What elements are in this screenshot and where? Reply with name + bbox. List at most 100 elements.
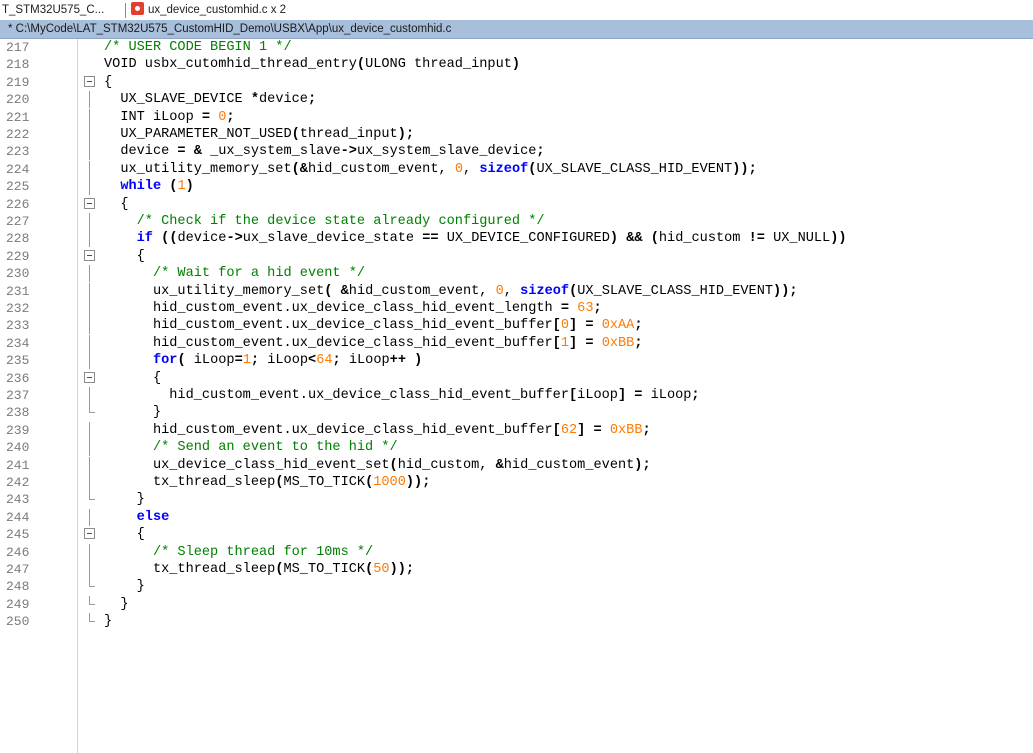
fold-toggle-icon[interactable] (84, 528, 95, 540)
code-line[interactable]: 226 { (0, 196, 1033, 213)
code-line[interactable]: 217 /* USER CODE BEGIN 1 */ (0, 39, 1033, 56)
code-line[interactable]: 233 hid_custom_event.ux_device_class_hid… (0, 317, 1033, 335)
code-text[interactable]: VOID usbx_cutomhid_thread_entry(ULONG th… (104, 56, 520, 73)
code-line[interactable]: 231 ux_utility_memory_set( &hid_custom_e… (0, 282, 1033, 300)
code-line[interactable]: 239 hid_custom_event.ux_device_class_hid… (0, 421, 1033, 439)
code-text[interactable]: /* Wait for a hid event */ (104, 265, 365, 282)
fold-guide (89, 126, 90, 143)
code-line[interactable]: 237 hid_custom_event.ux_device_class_hid… (0, 387, 1033, 404)
code-line[interactable]: 228 if ((device->ux_slave_device_state =… (0, 230, 1033, 248)
code-line[interactable]: 236 { (0, 370, 1033, 387)
code-line[interactable]: 249 } (0, 595, 1033, 613)
code-text[interactable]: } (104, 491, 145, 508)
code-text[interactable]: } (104, 596, 128, 613)
tab-ux-device-customhid[interactable]: ux_device_customhid.c x 2 (131, 0, 286, 20)
code-line[interactable]: 223 device = & _ux_system_slave->ux_syst… (0, 143, 1033, 161)
code-text[interactable]: UX_SLAVE_DEVICE *device; (104, 91, 316, 108)
code-text[interactable]: else (104, 509, 170, 526)
code-text[interactable]: /* Sleep thread for 10ms */ (104, 544, 373, 561)
fold-guide (89, 213, 90, 230)
code-line[interactable]: 243 } (0, 491, 1033, 508)
line-number: 225 (6, 179, 30, 195)
fold-end-marker (89, 621, 95, 623)
code-line[interactable]: 225 while (1) (0, 178, 1033, 196)
code-text[interactable]: hid_custom_event.ux_device_class_hid_eve… (104, 387, 699, 404)
code-line[interactable]: 242 tx_thread_sleep(MS_TO_TICK(1000)); (0, 474, 1033, 491)
code-text[interactable]: ux_device_class_hid_event_set(hid_custom… (104, 457, 651, 474)
line-number: 235 (6, 353, 30, 369)
fold-toggle-icon[interactable] (84, 249, 95, 261)
tab-stm32u575-project[interactable]: T_STM32U575_C... (2, 0, 122, 20)
code-line[interactable]: 240 /* Send an event to the hid */ (0, 439, 1033, 457)
code-line[interactable]: 232 hid_custom_event.ux_device_class_hid… (0, 300, 1033, 317)
code-line[interactable]: 245 { (0, 526, 1033, 543)
fold-guide (89, 508, 90, 526)
code-text[interactable]: hid_custom_event.ux_device_class_hid_eve… (104, 335, 643, 352)
fold-guide (89, 456, 90, 474)
code-line[interactable]: 229 { (0, 248, 1033, 265)
code-line[interactable]: 219 { (0, 74, 1033, 91)
code-line[interactable]: 235 for( iLoop=1; iLoop<64; iLoop++ ) (0, 352, 1033, 370)
code-line[interactable]: 220 UX_SLAVE_DEVICE *device; (0, 91, 1033, 109)
code-text[interactable]: while (1) (104, 178, 193, 195)
code-line[interactable]: 234 hid_custom_event.ux_device_class_hid… (0, 334, 1033, 352)
code-text[interactable]: /* Send an event to the hid */ (104, 439, 398, 456)
code-editor[interactable]: 217 /* USER CODE BEGIN 1 */ 218 VOID usbx_c… (0, 39, 1033, 753)
tab-divider (125, 3, 126, 18)
code-line[interactable]: 238 } (0, 404, 1033, 421)
code-line[interactable]: 222 UX_PARAMETER_NOT_USED(thread_input); (0, 126, 1033, 143)
line-number: 244 (6, 509, 30, 525)
line-number: 236 (6, 370, 30, 386)
code-line[interactable]: 247 tx_thread_sleep(MS_TO_TICK(50)); (0, 561, 1033, 578)
code-line[interactable]: 248 } (0, 578, 1033, 595)
code-text[interactable]: { (104, 74, 112, 91)
code-text[interactable]: hid_custom_event.ux_device_class_hid_eve… (104, 317, 643, 334)
code-text[interactable]: ux_utility_memory_set(&hid_custom_event,… (104, 161, 756, 178)
fold-end-marker (89, 586, 95, 588)
fold-guide (89, 91, 90, 109)
code-text[interactable]: device = & _ux_system_slave->ux_system_s… (104, 143, 544, 160)
file-path-bar: * C:\MyCode\LAT_STM32U575_CustomHID_Demo… (0, 20, 1033, 39)
code-text[interactable]: { (104, 248, 145, 265)
code-line[interactable]: 246 /* Sleep thread for 10ms */ (0, 543, 1033, 561)
code-line[interactable]: 230 /* Wait for a hid event */ (0, 265, 1033, 283)
code-text[interactable]: } (104, 578, 145, 595)
fold-guide (89, 352, 90, 370)
code-text[interactable]: /* USER CODE BEGIN 1 */ (104, 39, 292, 56)
code-line[interactable]: 221 INT iLoop = 0; (0, 108, 1033, 126)
code-text[interactable]: { (104, 526, 145, 543)
line-number: 227 (6, 214, 30, 229)
code-text[interactable]: { (104, 370, 161, 387)
code-text[interactable]: hid_custom_event.ux_device_class_hid_eve… (104, 422, 651, 439)
code-line[interactable]: 218 VOID usbx_cutomhid_thread_entry(ULONG… (0, 56, 1033, 73)
code-text[interactable]: } (104, 404, 161, 421)
line-number: 233 (6, 318, 30, 334)
code-line[interactable]: 227 /* Check if the device state already… (0, 213, 1033, 230)
fold-guide (89, 230, 90, 248)
fold-guide (89, 543, 90, 561)
code-text[interactable]: } (104, 613, 112, 630)
code-text[interactable]: hid_custom_event.ux_device_class_hid_eve… (104, 300, 602, 317)
code-text[interactable]: for( iLoop=1; iLoop<64; iLoop++ ) (104, 352, 422, 369)
code-text[interactable]: tx_thread_sleep(MS_TO_TICK(50)); (104, 561, 414, 578)
code-text[interactable]: /* Check if the device state already con… (104, 213, 545, 230)
line-number: 243 (6, 492, 30, 508)
line-number: 222 (6, 127, 30, 142)
code-line[interactable]: 241 ux_device_class_hid_event_set(hid_cu… (0, 456, 1033, 474)
fold-end-marker (89, 499, 95, 501)
code-text[interactable]: INT iLoop = 0; (104, 109, 234, 126)
code-text[interactable]: UX_PARAMETER_NOT_USED(thread_input); (104, 126, 414, 143)
line-number: 230 (6, 266, 30, 282)
code-text[interactable]: tx_thread_sleep(MS_TO_TICK(1000)); (104, 474, 430, 491)
fold-guide (89, 178, 90, 196)
fold-toggle-icon[interactable] (84, 75, 95, 87)
code-text[interactable]: { (104, 196, 128, 213)
code-line[interactable]: 224 ux_utility_memory_set(&hid_custom_ev… (0, 160, 1033, 178)
code-line[interactable]: 244 else (0, 508, 1033, 526)
code-line[interactable]: 250} (0, 613, 1033, 630)
code-text[interactable]: if ((device->ux_slave_device_state == UX… (104, 230, 847, 247)
fold-toggle-icon[interactable] (84, 197, 95, 209)
fold-toggle-icon[interactable] (84, 371, 95, 383)
fold-guide (89, 387, 90, 404)
code-text[interactable]: ux_utility_memory_set( &hid_custom_event… (104, 283, 798, 300)
